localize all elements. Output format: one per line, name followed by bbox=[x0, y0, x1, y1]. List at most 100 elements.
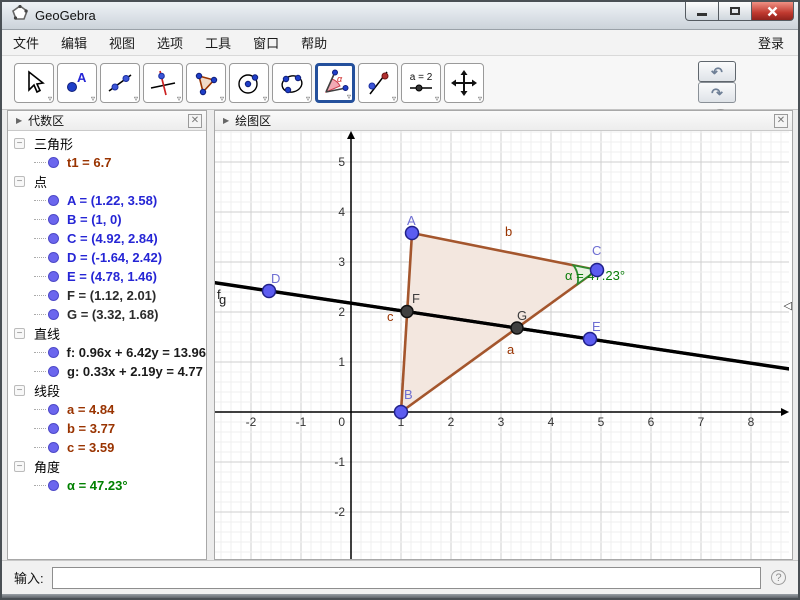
collapse-toggle[interactable]: − bbox=[14, 385, 25, 396]
menu-options[interactable]: 选项 bbox=[146, 29, 194, 56]
tool-move[interactable]: ▿ bbox=[14, 63, 54, 103]
visibility-toggle-dot[interactable] bbox=[48, 404, 59, 415]
tool-polygon[interactable]: ▿ bbox=[186, 63, 226, 103]
tree-line bbox=[34, 371, 46, 372]
visibility-toggle-dot[interactable] bbox=[48, 214, 59, 225]
maximize-icon bbox=[730, 7, 740, 15]
algebra-item-row[interactable]: c = 3.59 bbox=[8, 438, 206, 457]
point-F[interactable] bbox=[401, 306, 413, 318]
tool-line[interactable]: ▿ bbox=[100, 63, 140, 103]
visibility-toggle-dot[interactable] bbox=[48, 157, 59, 168]
algebra-close-button[interactable]: ✕ bbox=[188, 114, 202, 128]
visibility-toggle-dot[interactable] bbox=[48, 309, 59, 320]
point-label-G: G bbox=[517, 308, 527, 323]
redo-button[interactable]: ↷ bbox=[698, 82, 736, 103]
x-axis-tick-label: 4 bbox=[548, 415, 555, 429]
point-C[interactable] bbox=[591, 264, 604, 277]
algebra-item-row[interactable]: t1 = 6.7 bbox=[8, 153, 206, 172]
algebra-item-value: c = 3.59 bbox=[67, 440, 114, 455]
title-bar[interactable]: GeoGebra bbox=[2, 2, 798, 30]
tool-circle[interactable]: ▿ bbox=[229, 63, 269, 103]
algebra-item-row[interactable]: D = (-1.64, 2.42) bbox=[8, 248, 206, 267]
visibility-toggle-dot[interactable] bbox=[48, 347, 59, 358]
point-label-C: C bbox=[592, 243, 601, 258]
algebra-item-row[interactable]: C = (4.92, 2.84) bbox=[8, 229, 206, 248]
visibility-toggle-dot[interactable] bbox=[48, 442, 59, 453]
visibility-toggle-dot[interactable] bbox=[48, 423, 59, 434]
visibility-toggle-dot[interactable] bbox=[48, 366, 59, 377]
algebra-item-row[interactable]: b = 3.77 bbox=[8, 419, 206, 438]
point-E[interactable] bbox=[584, 333, 597, 346]
undo-button[interactable]: ↶ bbox=[698, 61, 736, 82]
algebra-item-value: t1 = 6.7 bbox=[67, 155, 111, 170]
collapse-toggle[interactable]: − bbox=[14, 328, 25, 339]
algebra-item-row[interactable]: g: 0.33x + 2.19y = 4.77 bbox=[8, 362, 206, 381]
close-button[interactable] bbox=[752, 2, 794, 21]
visibility-toggle-dot[interactable] bbox=[48, 233, 59, 244]
tool-point[interactable]: A ▿ bbox=[57, 63, 97, 103]
algebra-item-value: α = 47.23° bbox=[67, 478, 128, 493]
visibility-toggle-dot[interactable] bbox=[48, 252, 59, 263]
panel-collapse-arrow-icon[interactable]: ◁ bbox=[784, 299, 792, 312]
minimize-icon bbox=[697, 13, 707, 16]
tool-slider[interactable]: a = 2 ▿ bbox=[401, 63, 441, 103]
point-label-F: F bbox=[412, 291, 420, 306]
panel-splitter[interactable] bbox=[207, 110, 214, 560]
input-help-button[interactable]: ? bbox=[771, 570, 786, 585]
collapse-toggle[interactable]: − bbox=[14, 176, 25, 187]
x-axis-tick-label: 3 bbox=[498, 415, 505, 429]
visibility-toggle-dot[interactable] bbox=[48, 480, 59, 491]
command-input[interactable] bbox=[52, 567, 761, 589]
algebra-item-row[interactable]: A = (1.22, 3.58) bbox=[8, 191, 206, 210]
algebra-item-row[interactable]: E = (4.78, 1.46) bbox=[8, 267, 206, 286]
maximize-button[interactable] bbox=[719, 2, 752, 21]
tree-line bbox=[34, 257, 46, 258]
x-axis-tick-label: 7 bbox=[698, 415, 705, 429]
graphics-close-button[interactable]: ✕ bbox=[774, 114, 788, 128]
menu-window[interactable]: 窗口 bbox=[242, 29, 290, 56]
collapse-toggle[interactable]: − bbox=[14, 461, 25, 472]
svg-text:a = 2: a = 2 bbox=[410, 72, 433, 83]
visibility-toggle-dot[interactable] bbox=[48, 195, 59, 206]
svg-text:A: A bbox=[77, 70, 87, 85]
point-G[interactable] bbox=[511, 322, 523, 334]
algebra-item-value: b = 3.77 bbox=[67, 421, 115, 436]
menu-view[interactable]: 视图 bbox=[98, 29, 146, 56]
graphics-canvas[interactable]: -2-11234567854321-1-20α = 47.23°cabfgABC… bbox=[215, 131, 789, 560]
panel-menu-arrow-icon[interactable]: ▶ bbox=[16, 116, 22, 125]
angle-icon: α bbox=[321, 69, 349, 97]
algebra-group-row[interactable]: −角度 bbox=[8, 457, 206, 476]
algebra-group-row[interactable]: −线段 bbox=[8, 381, 206, 400]
algebra-item-row[interactable]: G = (3.32, 1.68) bbox=[8, 305, 206, 324]
sign-in-button[interactable]: 登录 bbox=[744, 29, 798, 56]
algebra-item-row[interactable]: B = (1, 0) bbox=[8, 210, 206, 229]
algebra-item-row[interactable]: f: 0.96x + 6.42y = 13.96 bbox=[8, 343, 206, 362]
point-A[interactable] bbox=[406, 227, 419, 240]
tool-move-graphics[interactable]: ▿ bbox=[444, 63, 484, 103]
polygon-icon bbox=[192, 69, 220, 97]
collapse-toggle[interactable]: − bbox=[14, 138, 25, 149]
menu-tools[interactable]: 工具 bbox=[194, 29, 242, 56]
minimize-button[interactable] bbox=[685, 2, 719, 21]
window-title: GeoGebra bbox=[35, 8, 96, 23]
algebra-group-row[interactable]: −直线 bbox=[8, 324, 206, 343]
tool-reflect[interactable]: ▿ bbox=[358, 63, 398, 103]
algebra-group-row[interactable]: −点 bbox=[8, 172, 206, 191]
menu-help[interactable]: 帮助 bbox=[290, 29, 338, 56]
algebra-group-row[interactable]: −三角形 bbox=[8, 134, 206, 153]
point-B[interactable] bbox=[395, 406, 408, 419]
visibility-toggle-dot[interactable] bbox=[48, 290, 59, 301]
tool-angle[interactable]: α ▿ bbox=[315, 63, 355, 103]
tool-conic[interactable]: ▿ bbox=[272, 63, 312, 103]
visibility-toggle-dot[interactable] bbox=[48, 271, 59, 282]
point-D[interactable] bbox=[263, 285, 276, 298]
algebra-item-row[interactable]: α = 47.23° bbox=[8, 476, 206, 495]
algebra-item-row[interactable]: a = 4.84 bbox=[8, 400, 206, 419]
tool-perpendicular-line[interactable]: ▿ bbox=[143, 63, 183, 103]
menu-edit[interactable]: 编辑 bbox=[50, 29, 98, 56]
algebra-item-row[interactable]: F = (1.12, 2.01) bbox=[8, 286, 206, 305]
panel-menu-arrow-icon[interactable]: ▶ bbox=[223, 116, 229, 125]
y-axis-tick-label: 3 bbox=[338, 255, 345, 269]
origin-label: 0 bbox=[338, 415, 345, 429]
menu-file[interactable]: 文件 bbox=[2, 29, 50, 56]
